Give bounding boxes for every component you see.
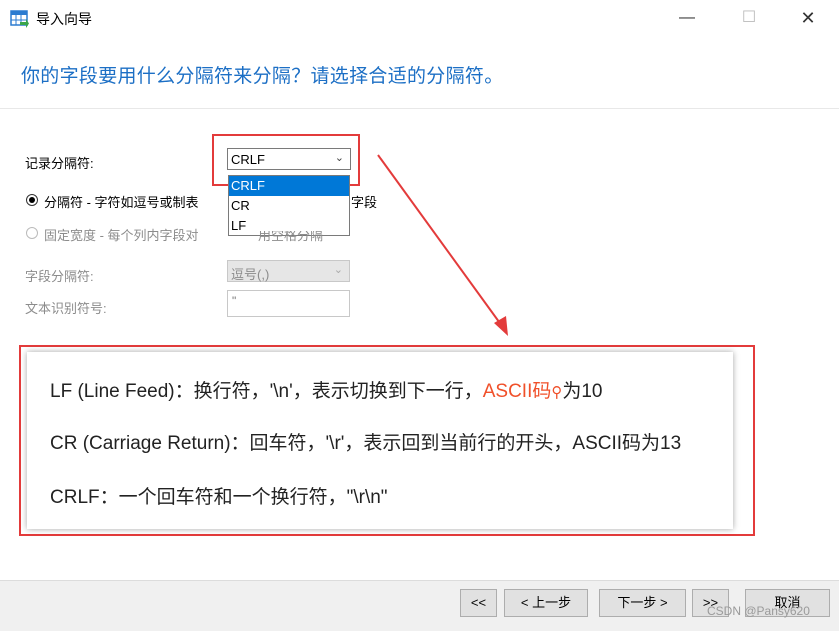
record-separator-value: CRLF — [231, 152, 265, 167]
table-import-icon — [10, 10, 29, 28]
record-separator-label: 记录分隔符: — [25, 156, 94, 171]
fixed-width-radio[interactable] — [26, 227, 38, 239]
record-separator-dropdown: CRLF CR LF — [228, 175, 350, 236]
record-separator-select[interactable]: CRLF ⌄ — [227, 148, 351, 170]
field-separator-label: 字段分隔符: — [25, 269, 94, 284]
info-lf-suffix: 为10 — [562, 381, 603, 402]
field-separator-value: 逗号(,) — [231, 267, 270, 282]
info-line-crlf: CRLF：一个回车符和一个换行符，"\r\n" — [50, 487, 388, 508]
field-separator-select[interactable]: 逗号(,) ⌄ — [227, 260, 350, 282]
annotation-arrow-icon — [377, 154, 508, 336]
text-qualifier-input[interactable]: " — [227, 290, 350, 317]
page-title: 你的字段要用什么分隔符来分隔？请选择合适的分隔符。 — [21, 66, 504, 87]
delimited-label: 分隔符 - 字符如逗号或制表 — [44, 195, 199, 210]
chevron-down-icon: ⌄ — [333, 264, 343, 276]
info-lf-text: LF (Line Feed)：换行符，'\n'，表示切换到下一行， — [50, 381, 483, 402]
info-panel: LF (Line Feed)：换行符，'\n'，表示切换到下一行，ASCII码⚲… — [27, 352, 733, 529]
search-icon[interactable]: ⚲ — [551, 384, 562, 401]
window-title: 导入向导 — [36, 11, 92, 27]
option-crlf[interactable]: CRLF — [229, 176, 349, 196]
title-bar — [0, 0, 839, 38]
previous-button[interactable]: < 上一步 — [504, 589, 588, 617]
ascii-link[interactable]: ASCII码 — [483, 381, 552, 402]
info-line-cr: CR (Carriage Return)：回车符，'\r'，表示回到当前行的开头… — [50, 433, 682, 454]
minimize-button[interactable]: — — [664, 4, 710, 32]
header-divider — [0, 108, 839, 109]
first-step-button[interactable]: << — [460, 589, 497, 617]
fixed-width-label: 固定宽度 - 每个列内字段对 — [44, 228, 199, 243]
close-button[interactable]: ✕ — [785, 4, 831, 32]
option-cr[interactable]: CR — [229, 196, 349, 216]
radio-selected-dot — [29, 197, 35, 203]
maximize-button[interactable]: ☐ — [726, 4, 772, 32]
chevron-down-icon: ⌄ — [334, 152, 344, 164]
text-qualifier-label: 文本识别符号: — [25, 301, 107, 316]
info-line-lf: LF (Line Feed)：换行符，'\n'，表示切换到下一行，ASCII码⚲… — [50, 376, 602, 403]
delimited-radio[interactable] — [26, 194, 38, 206]
watermark: CSDN @Pansy620 — [707, 604, 810, 618]
next-button[interactable]: 下一步 > — [599, 589, 686, 617]
